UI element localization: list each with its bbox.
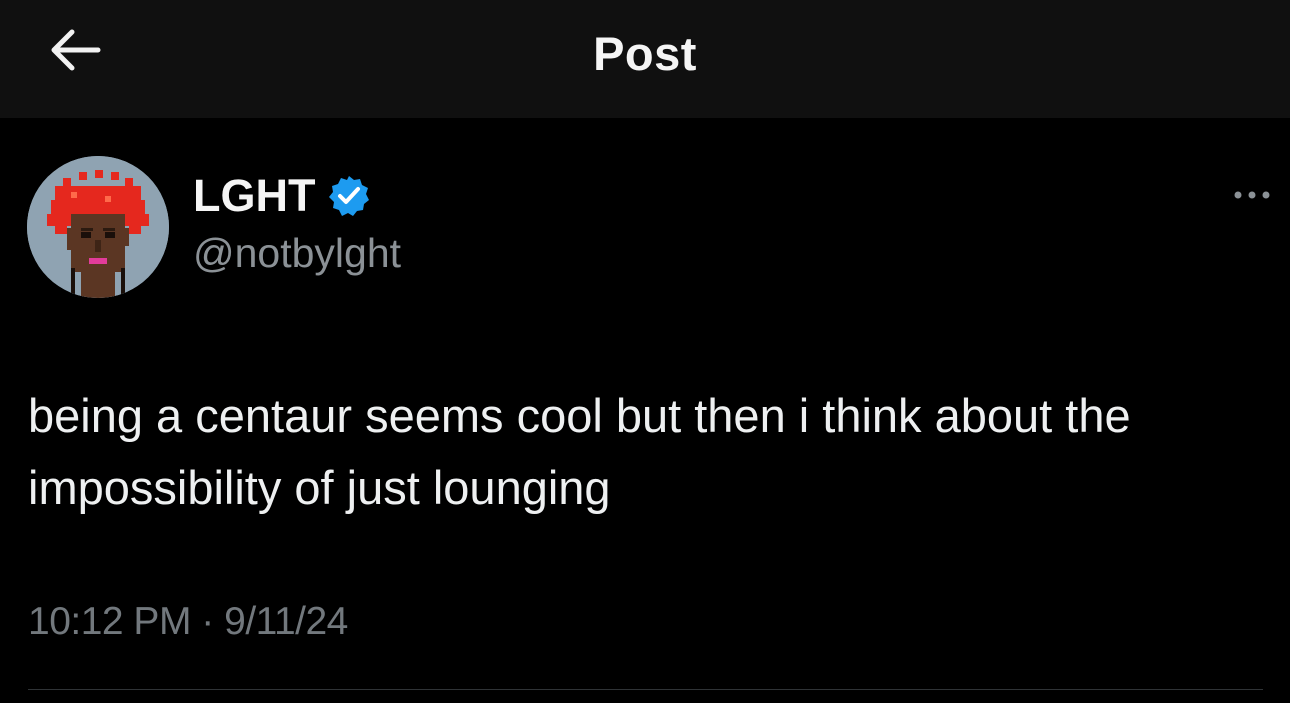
divider xyxy=(28,689,1263,690)
author-name[interactable]: LGHT xyxy=(193,170,371,222)
display-name-text: LGHT xyxy=(193,170,316,221)
pixel-art-avatar-icon xyxy=(27,156,169,298)
top-bar: Post xyxy=(0,0,1290,118)
post-date: 9/11/24 xyxy=(224,600,348,643)
post-time: 10:12 PM xyxy=(28,600,191,643)
more-options-icon xyxy=(1234,191,1270,199)
author-handle[interactable]: @notbylght xyxy=(193,230,401,277)
separator-dot: · xyxy=(201,600,214,643)
post-text: being a centaur seems cool but then i th… xyxy=(28,389,1131,514)
post-timestamp[interactable]: 10:12 PM · 9/11/24 xyxy=(28,600,348,644)
page-title: Post xyxy=(593,27,697,80)
verified-badge-icon xyxy=(327,174,371,218)
more-options-button[interactable] xyxy=(1232,180,1272,210)
avatar[interactable] xyxy=(27,156,169,298)
